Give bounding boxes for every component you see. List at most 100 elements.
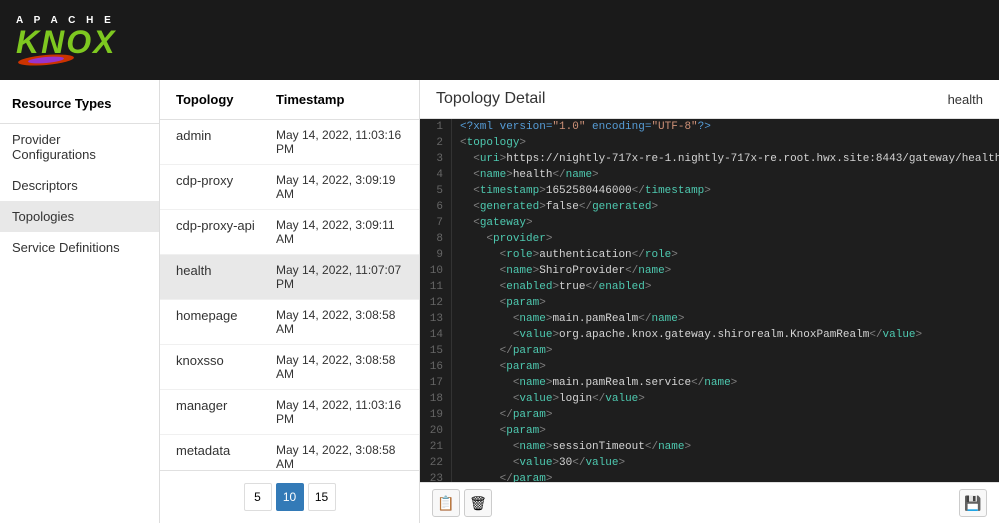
detail-title: Topology Detail [436,90,545,108]
main-layout: Resource Types Provider Configurations D… [0,80,999,523]
cell-topology: health [176,263,276,291]
cell-topology: admin [176,128,276,156]
code-line: 3 <uri>https://nightly-717x-re-1.nightly… [420,151,999,167]
code-line: 12 <param> [420,295,999,311]
page-button-5[interactable]: 5 [244,483,272,511]
table-header: Topology Timestamp [160,80,419,120]
table-row[interactable]: adminMay 14, 2022, 11:03:16 PM [160,120,419,165]
line-number: 11 [420,279,452,295]
line-content: <value>30</value> [460,455,999,471]
line-number: 3 [420,151,452,167]
logo: A P A C H E KNOX [16,15,116,66]
cell-topology: manager [176,398,276,426]
code-line: 6 <generated>false</generated> [420,199,999,215]
line-content: <timestamp>1652580446000</timestamp> [460,183,999,199]
code-line: 18 <value>login</value> [420,391,999,407]
sidebar-item-provider-configurations[interactable]: Provider Configurations [0,124,159,170]
cell-topology: cdp-proxy-api [176,218,276,246]
cell-topology: cdp-proxy [176,173,276,201]
table-row[interactable]: homepageMay 14, 2022, 3:08:58 AM [160,300,419,345]
detail-badge: health [948,92,983,107]
line-number: 23 [420,471,452,482]
code-line: 11 <enabled>true</enabled> [420,279,999,295]
line-content: <param> [460,359,999,375]
sidebar-item-service-definitions[interactable]: Service Definitions [0,232,159,263]
cell-timestamp: May 14, 2022, 11:03:16 PM [276,128,403,156]
line-number: 7 [420,215,452,231]
col-header-topology: Topology [176,92,276,107]
line-number: 20 [420,423,452,439]
line-content: </param> [460,407,999,423]
line-number: 16 [420,359,452,375]
cell-timestamp: May 14, 2022, 3:09:19 AM [276,173,403,201]
sidebar-item-topologies[interactable]: Topologies [0,201,159,232]
table-row[interactable]: metadataMay 14, 2022, 3:08:58 AM [160,435,419,470]
line-number: 2 [420,135,452,151]
cell-topology: homepage [176,308,276,336]
line-content: <value>login</value> [460,391,999,407]
toolbar-right: 💾 [959,489,987,517]
line-content: <name>ShiroProvider</name> [460,263,999,279]
line-number: 22 [420,455,452,471]
line-content: <name>main.pamRealm.service</name> [460,375,999,391]
code-line: 16 <param> [420,359,999,375]
download-icon: 💾 [964,495,981,512]
sidebar: Resource Types Provider Configurations D… [0,80,160,523]
table-row[interactable]: cdp-proxy-apiMay 14, 2022, 3:09:11 AM [160,210,419,255]
line-number: 15 [420,343,452,359]
copy-icon: 📋 [437,495,454,512]
delete-button[interactable]: 🗑 [464,489,492,517]
line-content: <generated>false</generated> [460,199,999,215]
cell-topology: knoxsso [176,353,276,381]
page-button-15[interactable]: 15 [308,483,336,511]
line-content: <value>org.apache.knox.gateway.shiroreal… [460,327,999,343]
table-row[interactable]: cdp-proxyMay 14, 2022, 3:09:19 AM [160,165,419,210]
line-content: <param> [460,423,999,439]
line-content: <role>authentication</role> [460,247,999,263]
topology-table: Topology Timestamp adminMay 14, 2022, 11… [160,80,420,523]
code-line: 10 <name>ShiroProvider</name> [420,263,999,279]
detail-panel: Topology Detail health 1 <?xml version="1… [420,80,999,523]
line-content: </param> [460,343,999,359]
cell-timestamp: May 14, 2022, 11:03:16 PM [276,398,403,426]
table-row[interactable]: knoxssoMay 14, 2022, 3:08:58 AM [160,345,419,390]
code-line: 4 <name>health</name> [420,167,999,183]
detail-header: Topology Detail health [420,80,999,119]
copy-button[interactable]: 📋 [432,489,460,517]
code-line: 8 <provider> [420,231,999,247]
download-button[interactable]: 💾 [959,489,987,517]
code-line: 23 </param> [420,471,999,482]
sidebar-item-descriptors[interactable]: Descriptors [0,170,159,201]
code-line: 5 <timestamp>1652580446000</timestamp> [420,183,999,199]
line-number: 18 [420,391,452,407]
code-line: 17 <name>main.pamRealm.service</name> [420,375,999,391]
logo-feather-icon [16,54,76,66]
line-number: 8 [420,231,452,247]
line-number: 19 [420,407,452,423]
line-number: 14 [420,327,452,343]
line-content: <uri>https://nightly-717x-re-1.nightly-7… [460,151,999,167]
cell-timestamp: May 14, 2022, 11:07:07 PM [276,263,403,291]
line-number: 10 [420,263,452,279]
code-line: 21 <name>sessionTimeout</name> [420,439,999,455]
code-line: 20 <param> [420,423,999,439]
line-number: 1 [420,119,452,135]
line-number: 17 [420,375,452,391]
cell-timestamp: May 14, 2022, 3:08:58 AM [276,308,403,336]
cell-topology: metadata [176,443,276,470]
cell-timestamp: May 14, 2022, 3:08:58 AM [276,353,403,381]
table-row[interactable]: healthMay 14, 2022, 11:07:07 PM [160,255,419,300]
line-content: <provider> [460,231,999,247]
detail-toolbar: 📋 🗑 💾 [420,482,999,523]
line-number: 21 [420,439,452,455]
line-content: <?xml version="1.0" encoding="UTF-8"?> [460,119,999,135]
code-line: 9 <role>authentication</role> [420,247,999,263]
code-line: 14 <value>org.apache.knox.gateway.shiror… [420,327,999,343]
table-row[interactable]: managerMay 14, 2022, 11:03:16 PM [160,390,419,435]
col-header-timestamp: Timestamp [276,92,403,107]
code-line: 15 </param> [420,343,999,359]
line-number: 9 [420,247,452,263]
app-header: A P A C H E KNOX [0,0,999,80]
page-button-10[interactable]: 10 [276,483,304,511]
code-viewer[interactable]: 1 <?xml version="1.0" encoding="UTF-8"?> 2… [420,119,999,482]
